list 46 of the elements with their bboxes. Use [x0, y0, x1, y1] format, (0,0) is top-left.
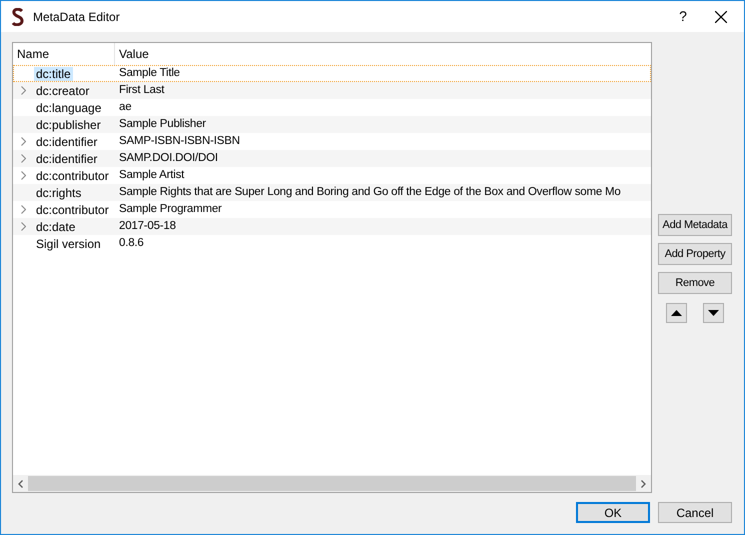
dialog-button[interactable]: OK [576, 502, 650, 523]
name-cell-text: dc:publisher [35, 118, 102, 132]
dialog-button[interactable]: Cancel [658, 502, 732, 523]
table-row[interactable]: dc:date 2017-05-18 [13, 218, 651, 235]
name-cell-text: dc:date [35, 220, 76, 234]
value-cell-text: Sample Publisher [118, 116, 206, 132]
window-title: MetaData Editor [33, 8, 120, 26]
value-cell-text: Sample Rights that are Super Long and Boring and Go off the Edge of the Box and Overflow some Mo [118, 184, 621, 200]
value-cell-text: ae [118, 100, 132, 115]
value-cell-text: Sample Title [118, 66, 180, 81]
name-cell-text: Sigil version [35, 236, 102, 250]
name-cell-text: dc:contributor [35, 168, 110, 182]
name-cell-text: dc:identifier [35, 152, 98, 166]
value-cell-text: 2017-05-18 [118, 218, 176, 234]
side-button[interactable]: Add Property [658, 243, 732, 265]
move-up-button[interactable] [666, 303, 687, 323]
close-icon [715, 10, 727, 22]
scroll-right-icon[interactable] [641, 480, 646, 488]
move-down-button[interactable] [703, 303, 724, 323]
value-cell-text: SAMP-ISBN-ISBN-ISBN [118, 134, 240, 149]
name-cell-text: dc:language [35, 100, 102, 114]
name-cell-text: dc:creator [35, 84, 90, 98]
app-logo-icon [11, 8, 25, 26]
value-cell-text: First Last [118, 82, 164, 98]
scrollbar-thumb[interactable] [28, 476, 636, 491]
help-button[interactable]: ? [668, 2, 698, 32]
table-row[interactable]: dc:identifier SAMP.DOI.DOI/DOI [13, 150, 651, 167]
value-cell-text: SAMP.DOI.DOI/DOI [118, 150, 218, 166]
value-cell-text: Sample Programmer [118, 202, 222, 217]
side-button[interactable]: Add Metadata [658, 214, 732, 236]
column-header[interactable]: Value [115, 43, 651, 65]
table-row[interactable]: dc:creator First Last [13, 82, 651, 99]
name-cell-text: dc:rights [35, 186, 82, 200]
up-arrow-icon [671, 310, 682, 316]
table-row[interactable]: dc:publisher Sample Publisher [13, 116, 651, 133]
name-cell-text: dc:contributor [35, 202, 110, 216]
name-cell: dc:title [34, 66, 73, 80]
table-row[interactable]: dc:title Sample Title [13, 65, 651, 82]
down-arrow-icon [708, 310, 719, 316]
side-button[interactable]: Remove [658, 272, 732, 294]
value-cell-text: Sample Artist [118, 168, 184, 183]
name-cell-text: dc:identifier [35, 134, 98, 148]
value-cell-text: 0.8.6 [118, 236, 144, 251]
horizontal-scrollbar[interactable] [13, 475, 651, 492]
scroll-left-icon[interactable] [18, 480, 23, 488]
table-row[interactable]: dc:rights Sample Rights that are Super Long and Boring and Go off the Edge of the Box and Overflow some Mo [13, 184, 651, 201]
